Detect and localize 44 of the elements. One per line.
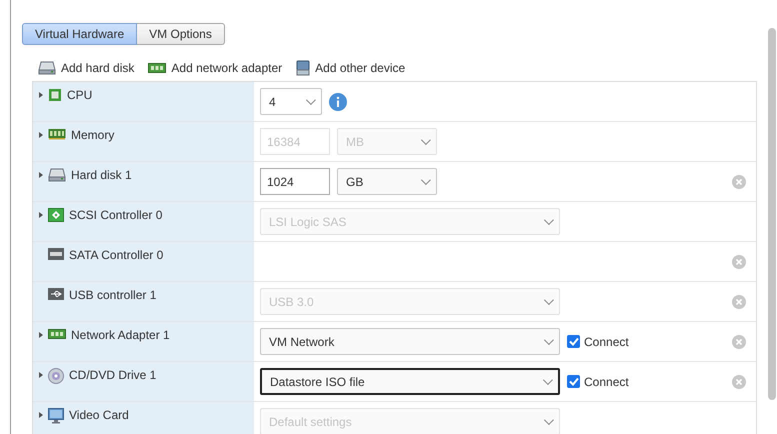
dropdown[interactable]: VM Network xyxy=(260,328,560,355)
expand-arrow-icon[interactable] xyxy=(39,172,43,178)
device-label: USB controller 1 xyxy=(69,288,156,303)
device-icon xyxy=(296,60,310,76)
scrollbar[interactable] xyxy=(768,28,776,400)
expand-arrow-icon[interactable] xyxy=(39,212,43,218)
chip-icon xyxy=(48,88,62,102)
usb-icon xyxy=(48,288,64,300)
device-label: Hard disk 1 xyxy=(71,168,132,183)
device-label: CD/DVD Drive 1 xyxy=(69,368,156,383)
tab[interactable]: Virtual Hardware xyxy=(22,23,138,45)
device-label: SCSI Controller 0 xyxy=(69,208,162,223)
device-label: Video Card xyxy=(69,408,129,423)
input-field[interactable]: 1024 xyxy=(260,168,330,195)
dropdown[interactable]: Datastore ISO file xyxy=(260,368,560,395)
network-card-icon xyxy=(48,328,66,340)
info-icon[interactable] xyxy=(329,92,347,110)
expand-arrow-icon[interactable] xyxy=(39,332,43,338)
device-label: Network Adapter 1 xyxy=(71,328,170,343)
device-label: CPU xyxy=(67,88,92,103)
toolbar-button[interactable]: Add other device xyxy=(296,60,406,76)
hard-disk-icon xyxy=(48,168,66,182)
expand-arrow-icon[interactable] xyxy=(39,92,43,98)
dropdown[interactable]: 4 xyxy=(260,88,322,115)
checkbox[interactable] xyxy=(567,375,580,388)
checkbox[interactable] xyxy=(567,335,580,348)
checkbox-label[interactable]: Connect xyxy=(584,374,629,388)
toolbar-button[interactable]: Add hard disk xyxy=(38,60,134,74)
dropdown[interactable]: GB xyxy=(337,168,437,195)
expand-arrow-icon[interactable] xyxy=(39,412,43,418)
tab[interactable]: VM Options xyxy=(137,23,225,45)
network-card-icon xyxy=(148,62,166,74)
sata-controller-icon xyxy=(48,248,64,260)
device-label: SATA Controller 0 xyxy=(69,248,164,263)
controller-icon xyxy=(48,208,64,222)
hard-disk-icon xyxy=(38,60,56,74)
checkbox-label[interactable]: Connect xyxy=(584,334,629,348)
expand-arrow-icon[interactable] xyxy=(39,132,43,138)
expand-arrow-icon[interactable] xyxy=(39,372,43,378)
memory-module-icon xyxy=(48,128,66,140)
monitor-icon xyxy=(48,408,64,424)
toolbar-button[interactable]: Add network adapter xyxy=(148,60,282,74)
disc-icon xyxy=(48,368,64,384)
device-label: Memory xyxy=(71,128,114,143)
